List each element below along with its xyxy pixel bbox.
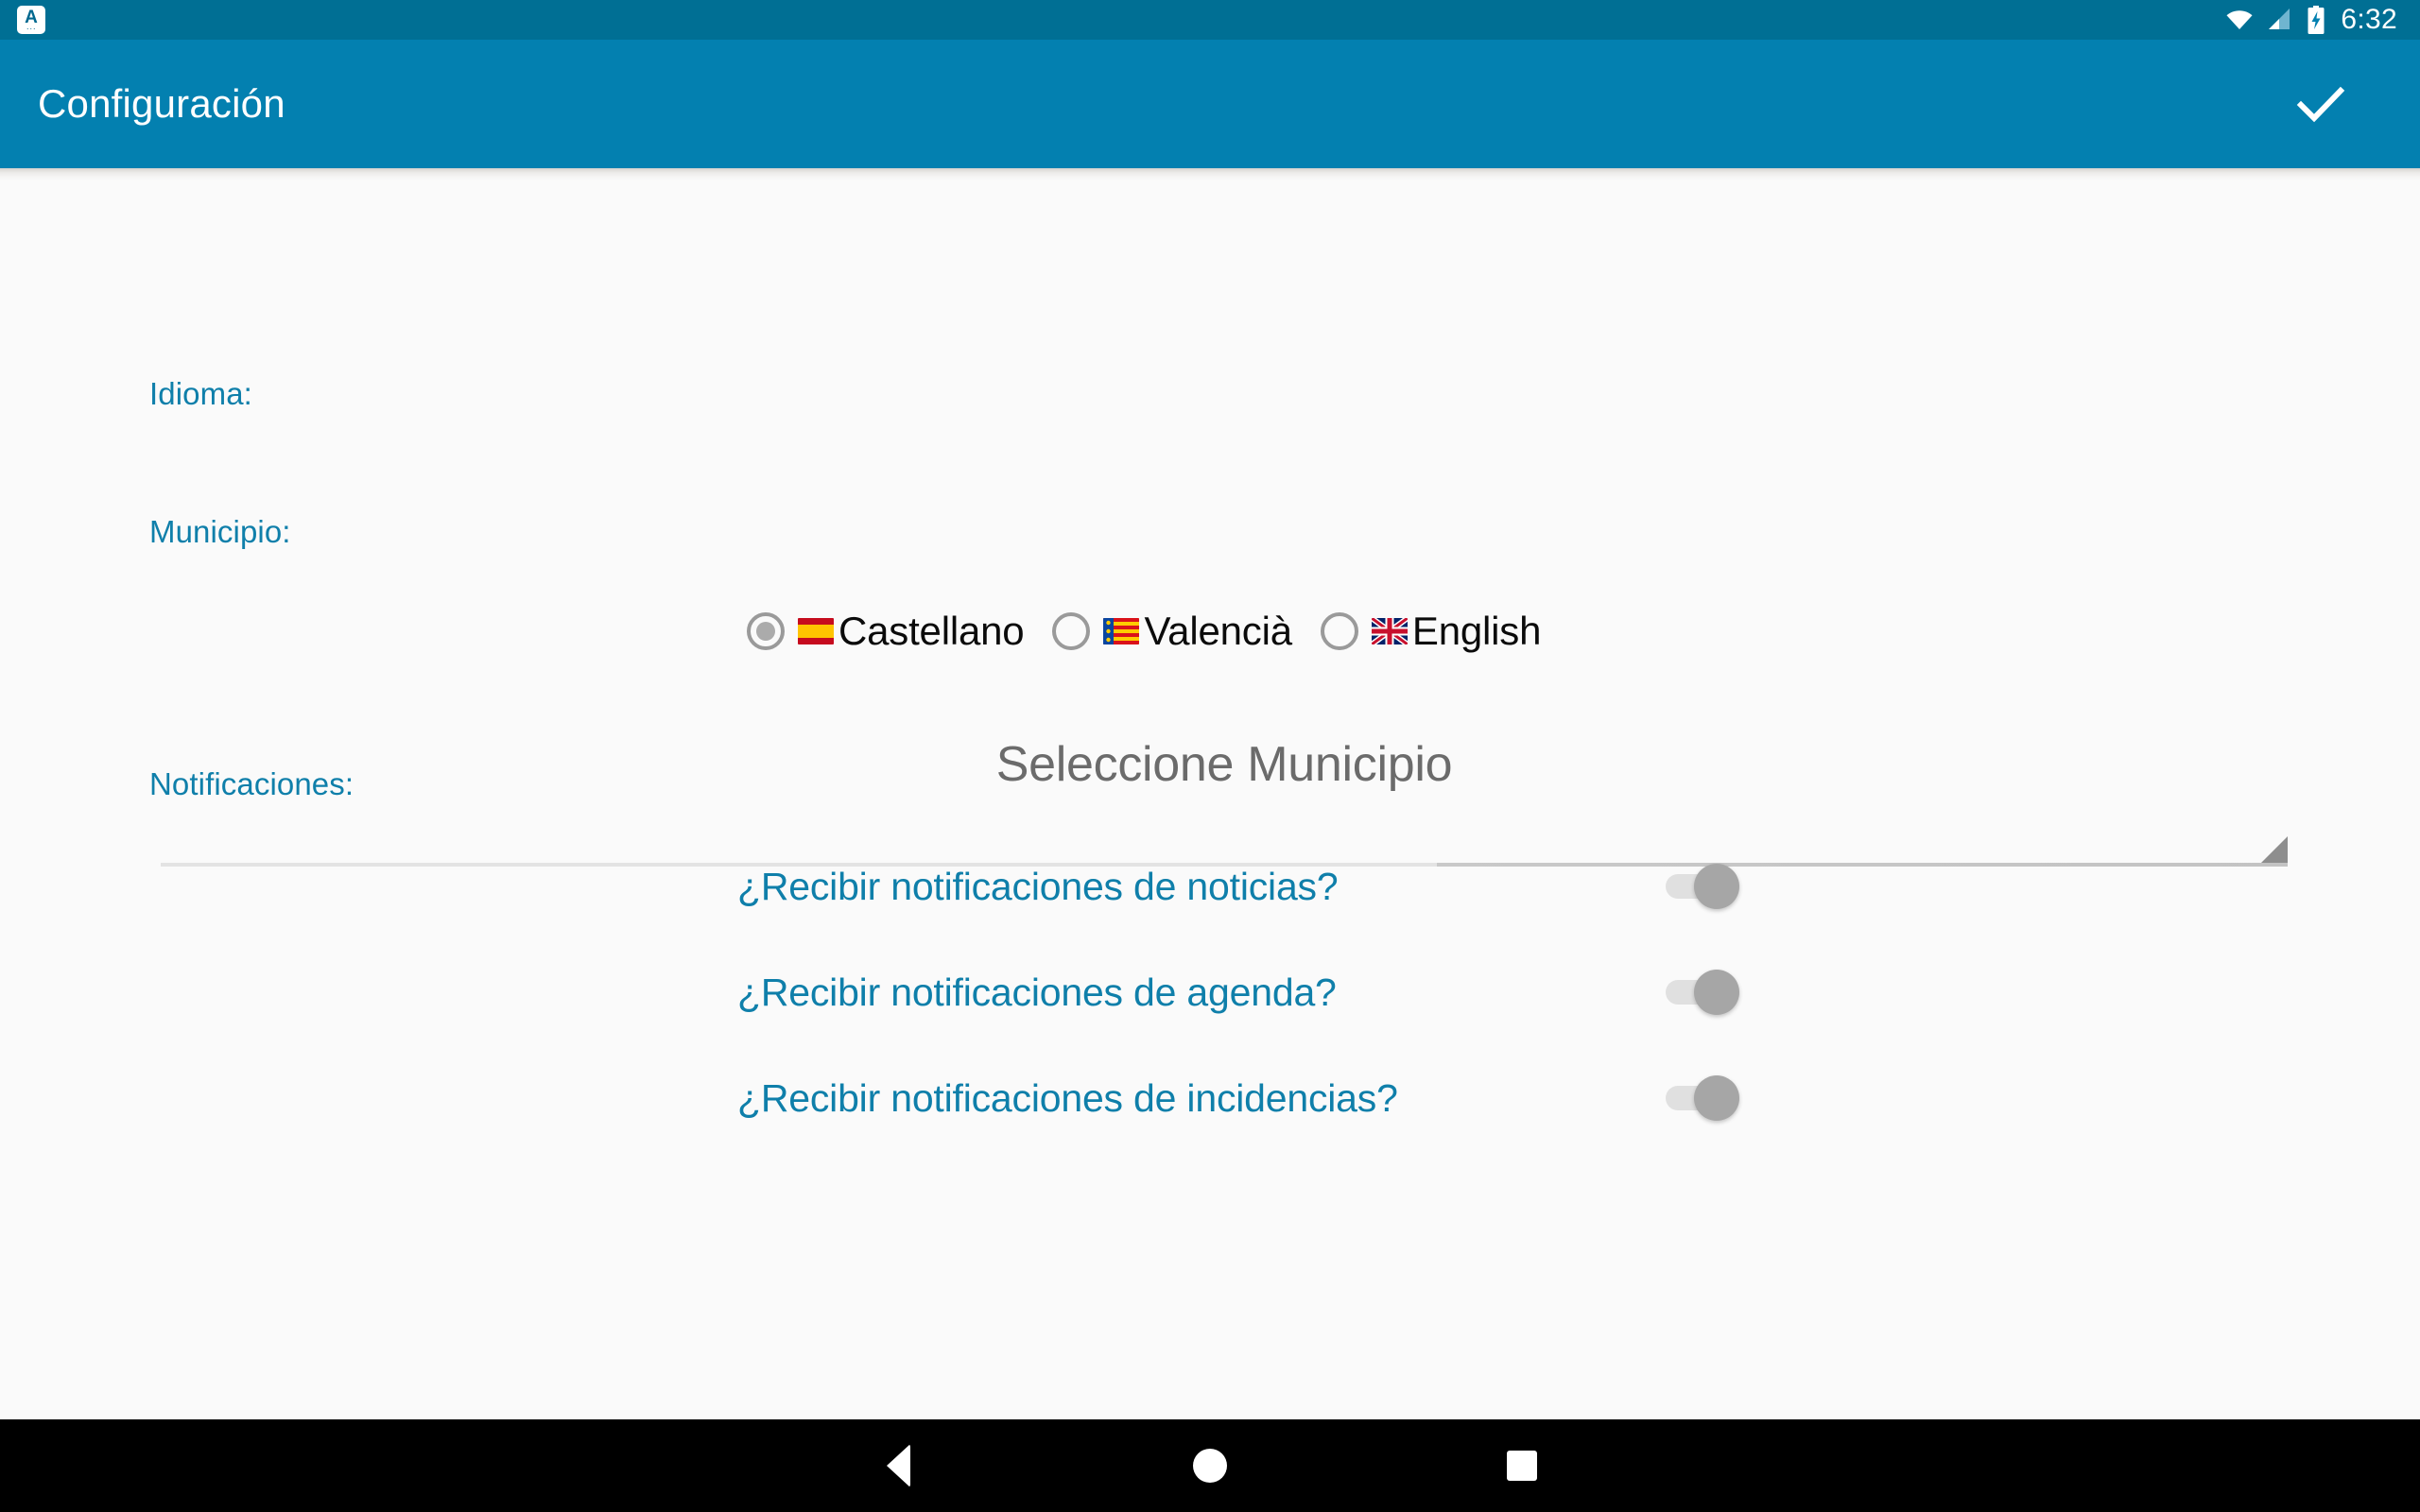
wifi-icon <box>2226 10 2253 29</box>
status-bar-notifications: A ··· <box>17 6 45 34</box>
notification-settings-list: ¿Recibir notificaciones de noticias? ¿Re… <box>737 833 1739 1151</box>
app-notification-icon: A ··· <box>17 6 45 34</box>
nav-recents-button[interactable] <box>1366 1419 1678 1512</box>
toggle-incidencias-thumb <box>1694 1075 1739 1121</box>
android-settings-screen: A ··· 6:32 Configuración Idioma: Castell… <box>0 0 2420 1512</box>
confirm-button[interactable] <box>2278 61 2363 146</box>
language-radio-group: Castellano Valencià English <box>747 609 1541 654</box>
nav-back-button[interactable] <box>742 1419 1054 1512</box>
municipio-spinner-value: Seleccione Municipio <box>995 737 1453 792</box>
triangle-back-icon <box>886 1444 910 1487</box>
language-label-english: English <box>1411 609 1542 653</box>
status-bar-clock: 6:32 <box>2341 4 2397 35</box>
app-bar-shadow <box>0 168 2420 181</box>
settings-content: Idioma: Castellano Valencià English Muni… <box>0 181 2420 1419</box>
label-notificaciones: Notificaciones: <box>149 766 354 801</box>
notification-row-noticias[interactable]: ¿Recibir notificaciones de noticias? <box>737 833 1739 939</box>
toggle-incidencias[interactable] <box>1666 1075 1739 1121</box>
flag-valencia-icon <box>1103 618 1140 644</box>
notification-row-incidencias[interactable]: ¿Recibir notificaciones de incidencias? <box>737 1045 1739 1151</box>
label-municipio: Municipio: <box>149 514 291 549</box>
app-notification-icon-dots: ··· <box>26 23 37 33</box>
language-label-valencia: Valencià <box>1144 609 1292 653</box>
android-navigation-bar <box>0 1419 2420 1512</box>
radio-english[interactable] <box>1320 612 1358 650</box>
flag-united-kingdom-icon <box>1371 618 1408 644</box>
language-label-castellano: Castellano <box>838 609 1025 653</box>
app-notification-icon-glyph: A <box>25 7 38 27</box>
language-option-castellano[interactable]: Castellano <box>747 609 1025 654</box>
label-idioma: Idioma: <box>149 376 252 411</box>
notification-label-noticias: ¿Recibir notificaciones de noticias? <box>737 864 1339 908</box>
radio-castellano[interactable] <box>747 612 785 650</box>
page-title: Configuración <box>38 81 285 126</box>
battery-charging-icon <box>2308 6 2325 34</box>
toggle-agenda[interactable] <box>1666 970 1739 1015</box>
circle-home-icon <box>1193 1449 1227 1483</box>
notification-row-agenda[interactable]: ¿Recibir notificaciones de agenda? <box>737 939 1739 1045</box>
toggle-noticias[interactable] <box>1666 864 1739 909</box>
status-bar: A ··· 6:32 <box>0 0 2420 40</box>
toggle-noticias-thumb <box>1694 864 1739 909</box>
cell-signal-icon <box>2269 9 2290 29</box>
radio-valencia[interactable] <box>1052 612 1091 650</box>
notification-label-agenda: ¿Recibir notificaciones de agenda? <box>737 970 1337 1014</box>
status-bar-system-icons: 6:32 <box>2225 4 2397 36</box>
square-recents-icon <box>1507 1451 1537 1481</box>
notification-label-incidencias: ¿Recibir notificaciones de incidencias? <box>737 1075 1398 1120</box>
flag-spain-icon <box>798 618 834 644</box>
dropdown-caret-icon <box>2261 836 2288 863</box>
language-option-valencia[interactable]: Valencià <box>1052 609 1292 654</box>
app-bar: Configuración <box>0 40 2420 168</box>
check-icon <box>2296 86 2345 123</box>
language-option-english[interactable]: English <box>1320 609 1542 654</box>
nav-home-button[interactable] <box>1054 1419 1366 1512</box>
toggle-agenda-thumb <box>1694 970 1739 1015</box>
